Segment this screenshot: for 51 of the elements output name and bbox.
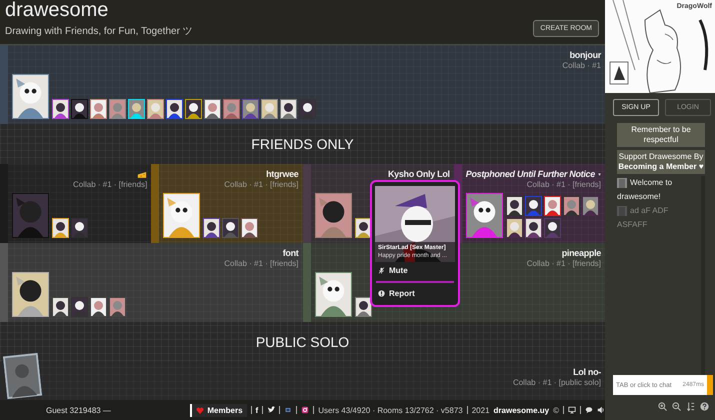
room-info: Collab · #1 · [friends]: [223, 180, 298, 189]
room-info: Collab · #1 · [friends]: [526, 259, 601, 268]
room-card[interactable]: Lol no- Collab · #1 · [public solo]: [0, 362, 605, 400]
camera-icon[interactable]: [301, 406, 310, 414]
room-title: Postphoned Until Further Notice: [466, 169, 595, 179]
room-info: Collab · #1 · [friends]: [72, 180, 148, 189]
room-info: Collab · #1 · [public solo]: [512, 378, 601, 387]
chat-message: ad aF ADF ASFAFF: [617, 206, 668, 229]
facebook-link[interactable]: f: [256, 406, 258, 414]
alert-icon: [378, 290, 385, 297]
speaker-icon[interactable]: [597, 406, 605, 414]
server-stats: Users 43/4920 · Rooms 13/2762 · v5873: [318, 406, 463, 414]
chat-message: Welcome to drawesome!: [617, 178, 672, 201]
sort-icon[interactable]: [686, 402, 695, 411]
copyright-sign: ©: [553, 406, 559, 414]
help-icon[interactable]: [700, 402, 709, 411]
guest-name: Guest 3219483 —: [46, 406, 112, 414]
room-info: Collab · #1 · [friends]: [526, 180, 601, 189]
zoom-in-icon[interactable]: [658, 402, 667, 411]
microphone-muted-icon: [378, 267, 385, 274]
zoom-out-icon[interactable]: [672, 402, 681, 411]
room-card[interactable]: bonjour Collab · #1: [0, 45, 605, 124]
site-link[interactable]: drawesome.uy: [494, 406, 550, 414]
notice-banner: Support Drawesome By Becoming a Member ♥: [617, 150, 705, 174]
site-title: drawesome: [5, 0, 110, 21]
room-title: Kysho Only Lol: [388, 169, 450, 179]
section-heading: FRIENDS ONLY: [250, 135, 355, 154]
room-card[interactable]: htgrwee Collab · #1 · [friends]: [151, 164, 302, 243]
cheese-icon: [137, 170, 148, 178]
bird-icon[interactable]: [267, 406, 276, 414]
room-title: htgrwee: [266, 169, 298, 179]
room-title: pineapple: [562, 248, 601, 258]
copyright-year: 2021: [472, 406, 490, 414]
chat-icon[interactable]: [585, 406, 593, 414]
report-button[interactable]: Report: [375, 285, 418, 302]
room-card[interactable]: Collab · #1 · [friends]: [0, 164, 152, 243]
room-card[interactable]: font Collab · #1 · [friends]: [0, 243, 302, 322]
square-icon[interactable]: [284, 406, 292, 414]
tagline: Drawing with Friends, for Fun, Together ツ: [5, 25, 193, 38]
avatar-icon[interactable]: [2, 352, 42, 400]
room-info: Collab · #1 · [friends]: [223, 259, 298, 268]
members-button[interactable]: Members: [190, 404, 247, 416]
room-info: Collab · #1: [561, 61, 601, 70]
heart-icon: [196, 406, 204, 414]
mute-button[interactable]: Mute: [375, 262, 411, 279]
notice-banner: Remember to be respectful: [617, 123, 705, 147]
monitor-icon[interactable]: [568, 406, 576, 414]
room-title: Lol no-: [573, 367, 601, 377]
room-title: bonjour: [570, 50, 601, 60]
section-heading: PUBLIC SOLO: [254, 333, 350, 352]
room-title: font: [282, 248, 298, 258]
